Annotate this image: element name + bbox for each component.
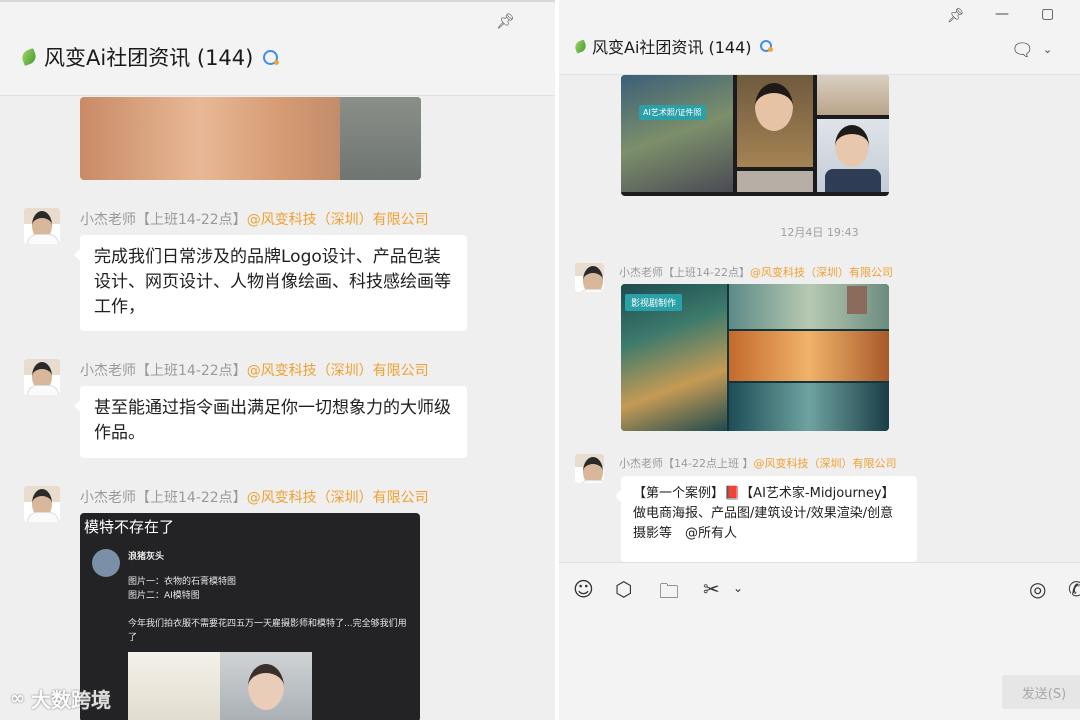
post-photo [128, 652, 220, 720]
sync-icon[interactable] [263, 49, 280, 65]
photo-tile [737, 171, 813, 192]
post-avatar [92, 549, 120, 577]
message-image[interactable] [80, 97, 421, 180]
chat-title[interactable]: 风变Ai社团资讯 (144) [573, 34, 773, 58]
avatar[interactable] [575, 454, 604, 483]
chat-title-text: 风变Ai社团资讯 (144) [44, 46, 254, 70]
sync-icon[interactable] [759, 40, 773, 52]
message-bubble[interactable]: 完成我们日常涉及的品牌Logo设计、产品包装设计、网页设计、人物肖像绘画、科技感… [74, 235, 467, 331]
photo-tile [737, 75, 813, 167]
pin-icon[interactable]: 📌︎ [947, 8, 965, 24]
photo-tile [817, 75, 889, 115]
art-tile [729, 331, 889, 381]
art-tile [729, 383, 889, 431]
photo-tile [817, 119, 889, 192]
cube-icon[interactable]: ⬡ [615, 577, 632, 601]
record-icon[interactable]: ◎ [1029, 577, 1046, 601]
message-timestamp: 12月4日 19:43 [780, 226, 859, 239]
post-user: 浪猪灰头 [128, 552, 165, 562]
sender-org: @风变科技（深圳）有限公司 [246, 363, 429, 379]
chat-header: 风变Ai社团资讯 (144) 📌︎ — ▢ 🗨︎ ⌄ [559, 0, 1080, 75]
message-text: 甚至能通过指令画出满足你一切想象力的大师级作品。 [94, 398, 451, 443]
sender-line: 小杰老师【14-22点上班 】@风变科技（深圳）有限公司 [619, 455, 896, 471]
image-card[interactable]: 模特不存在了 浪猪灰头 图片一：衣物的石膏模特图 图片二：AI模特图 今年我们拍… [80, 513, 420, 720]
sender-org: @风变科技（深圳）有限公司 [749, 266, 893, 279]
watermark-logo-icon: ∞ [10, 688, 25, 709]
chevron-down-icon[interactable]: ⌄ [733, 581, 743, 595]
sender-line: 小杰老师【上班14-22点】@风变科技（深圳）有限公司 [80, 487, 429, 507]
message-text: 【第一个案例】📕【AI艺术家-Midjourney】做电商海报、产品图/建筑设计… [633, 486, 895, 541]
message-image[interactable]: AI艺术照/证件照 [621, 75, 889, 196]
watermark: ∞ 大数跨境 [10, 684, 111, 713]
sender-name[interactable]: 小杰老师【14-22点上班 】 [619, 457, 753, 470]
left-chat-window: 风变Ai社团资讯 (144) 📌︎ 小杰老师【上班14-22点】@风变科技（深圳… [0, 0, 555, 720]
chat-icon[interactable]: 🗨︎ [1011, 40, 1034, 61]
post-line: 图片二：AI模特图 [128, 591, 200, 601]
minimize-icon[interactable]: — [995, 6, 1009, 22]
avatar[interactable] [575, 263, 604, 292]
phone-icon[interactable]: ✆ [1068, 577, 1080, 601]
leaf-icon [573, 38, 588, 54]
image-tag: 影视剧制作 [625, 294, 683, 311]
post-photo [220, 652, 312, 720]
watermark-text: 大数跨境 [31, 688, 111, 712]
chat-title[interactable]: 风变Ai社团资讯 (144) [20, 42, 280, 72]
message-bubble[interactable]: 甚至能通过指令画出满足你一切想象力的大师级作品。 [74, 386, 467, 458]
right-chat-window: 风变Ai社团资讯 (144) 📌︎ — ▢ 🗨︎ ⌄ AI艺术照/证件照 12月… [559, 0, 1080, 720]
photo-tile [621, 75, 733, 192]
sender-org: @风变科技（深圳）有限公司 [246, 212, 429, 228]
chat-title-text: 风变Ai社团资讯 (144) [592, 38, 752, 57]
sender-line: 小杰老师【上班14-22点】@风变科技（深圳）有限公司 [80, 360, 429, 380]
post-body: 今年我们拍衣服不需要花四五万一天雇摄影师和模特了...完全够我们用了 [128, 619, 407, 643]
sender-line: 小杰老师【上班14-22点】@风变科技（深圳）有限公司 [619, 264, 893, 280]
folder-icon[interactable]: 🗀︎ [659, 577, 679, 611]
sender-name[interactable]: 小杰老师【上班14-22点】 [619, 266, 750, 279]
sender-line: 小杰老师【上班14-22点】@风变科技（深圳）有限公司 [80, 209, 429, 229]
pin-icon[interactable]: 📌︎ [496, 12, 515, 30]
portrait-suit [825, 169, 881, 192]
scissors-icon[interactable]: ✂ [703, 577, 720, 601]
image-tag: AI艺术照/证件照 [639, 105, 706, 120]
avatar[interactable] [24, 359, 60, 395]
message-text: 完成我们日常涉及的品牌Logo设计、产品包装设计、网页设计、人物肖像绘画、科技感… [94, 247, 451, 317]
photo-background [340, 97, 421, 180]
portrait-face [835, 125, 869, 167]
sender-name[interactable]: 小杰老师【上班14-22点】 [80, 490, 247, 506]
send-button[interactable]: 发送(S) [1002, 675, 1080, 709]
art-tile [847, 286, 867, 314]
maximize-icon[interactable]: ▢ [1041, 6, 1054, 22]
message-image[interactable]: 影视剧制作 [621, 284, 889, 431]
portrait-face [755, 83, 793, 131]
sender-org: @风变科技（深圳）有限公司 [753, 457, 897, 470]
post-line: 图片一：衣物的石膏模特图 [128, 577, 237, 587]
message-bubble[interactable]: 【第一个案例】📕【AI艺术家-Midjourney】做电商海报、产品图/建筑设计… [615, 476, 917, 562]
chat-header: 风变Ai社团资讯 (144) 📌︎ [0, 2, 555, 96]
card-title: 模特不存在了 [84, 518, 175, 536]
portrait-face [248, 664, 284, 710]
chevron-down-icon[interactable]: ⌄ [1043, 43, 1052, 56]
input-area[interactable]: ☺ ⬡ 🗀︎ ✂ ⌄ ◎ ✆ 发送(S) [559, 562, 1080, 720]
avatar[interactable] [24, 486, 60, 522]
avatar[interactable] [24, 208, 60, 244]
sender-name[interactable]: 小杰老师【上班14-22点】 [80, 363, 247, 379]
leaf-icon [20, 48, 38, 66]
sender-org: @风变科技（深圳）有限公司 [246, 490, 429, 506]
sender-name[interactable]: 小杰老师【上班14-22点】 [80, 212, 247, 228]
emoji-icon[interactable]: ☺ [573, 577, 594, 601]
